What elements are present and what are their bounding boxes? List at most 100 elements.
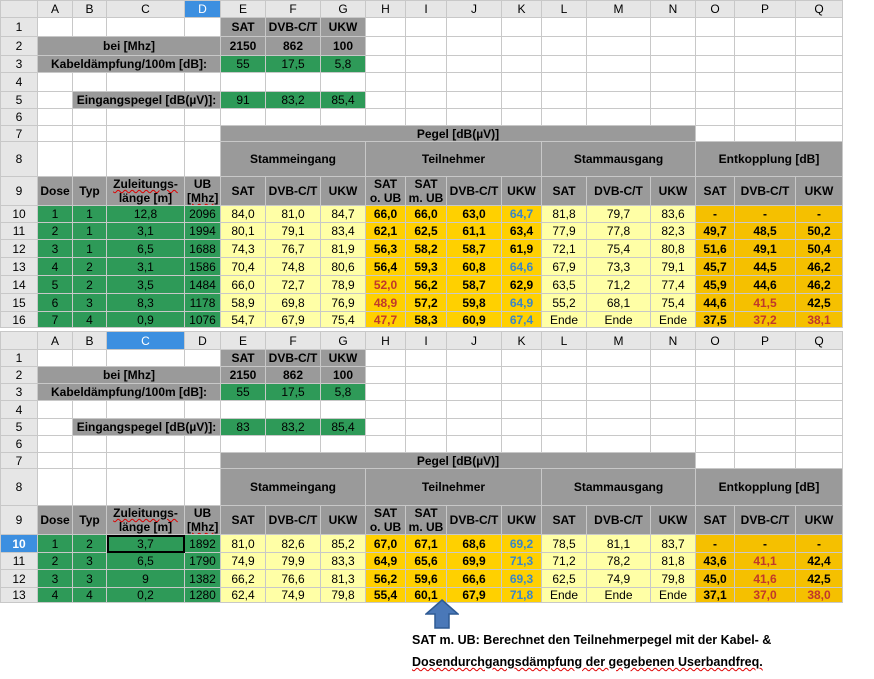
cell-dose[interactable]: 2 [37, 552, 73, 570]
eingang-label-cell[interactable]: Eingangspegel [dB(µV)]: [72, 91, 221, 109]
cell-sat-oub[interactable]: 55,4 [365, 587, 406, 603]
cell-sat-mub[interactable]: 59,6 [405, 569, 447, 588]
empty-cell[interactable] [541, 17, 587, 37]
cell-sat-entk[interactable]: 51,6 [695, 239, 735, 258]
column-header-A[interactable]: A [37, 331, 73, 350]
column-header-M[interactable]: M [586, 0, 651, 18]
empty-cell[interactable] [446, 435, 502, 453]
column-header-I[interactable]: I [405, 0, 447, 18]
cell-zuleitung[interactable]: 3,7 [106, 534, 185, 553]
cell-sat-mub[interactable]: 62,5 [405, 222, 447, 240]
empty-cell[interactable] [37, 91, 73, 109]
cell-ukw-entk[interactable]: 50,2 [795, 222, 843, 240]
cell-sat-in[interactable]: 80,1 [220, 222, 266, 240]
empty-cell[interactable] [734, 349, 796, 367]
empty-cell[interactable] [37, 141, 73, 177]
column-header-N[interactable]: N [650, 331, 696, 350]
empty-cell[interactable] [734, 400, 796, 419]
header-typ[interactable]: Typ [72, 176, 107, 206]
cell-ukw-entk[interactable]: - [795, 534, 843, 553]
cell-dvb-entk[interactable]: - [734, 205, 796, 223]
cell-zuleitung[interactable]: 6,5 [106, 239, 185, 258]
cell-sat-out[interactable]: 71,2 [541, 552, 587, 570]
cell-zuleitung[interactable]: 0,2 [106, 587, 185, 603]
row-header-3[interactable]: 3 [0, 55, 38, 73]
cell-ukw-out[interactable]: Ende [650, 311, 696, 328]
empty-cell[interactable] [405, 383, 447, 401]
cell-sat-mub[interactable]: 58,2 [405, 239, 447, 258]
column-header-D[interactable]: D [184, 0, 221, 18]
empty-cell[interactable] [220, 400, 266, 419]
empty-cell[interactable] [650, 55, 696, 73]
cell-typ[interactable]: 3 [72, 293, 107, 312]
cell-dose[interactable]: 1 [37, 205, 73, 223]
header-ukw-out[interactable]: UKW [650, 176, 696, 206]
cell-dose[interactable]: 7 [37, 311, 73, 328]
cell-sat-oub[interactable]: 56,3 [365, 239, 406, 258]
empty-cell[interactable] [37, 72, 73, 92]
cell-dvb-entk[interactable]: 37,2 [734, 311, 796, 328]
header-ukw-entk[interactable]: UKW [795, 176, 843, 206]
cell-ukw-entk[interactable]: 46,2 [795, 257, 843, 276]
corner-cell[interactable] [0, 331, 38, 350]
empty-cell[interactable] [37, 400, 73, 419]
empty-cell[interactable] [501, 366, 542, 384]
cell-sat-out[interactable]: 78,5 [541, 534, 587, 553]
cell-dvb-entk[interactable]: 49,1 [734, 239, 796, 258]
empty-cell[interactable] [734, 17, 796, 37]
cell-dvb-out[interactable]: 81,1 [586, 534, 651, 553]
empty-cell[interactable] [365, 72, 406, 92]
cell-typ[interactable]: 1 [72, 222, 107, 240]
cell-typ[interactable]: 3 [72, 552, 107, 570]
cell-sat-out[interactable]: 77,9 [541, 222, 587, 240]
cell-ukw-entk[interactable]: 42,5 [795, 569, 843, 588]
group-stammeingang[interactable]: Stammeingang [220, 141, 366, 177]
empty-cell[interactable] [695, 108, 735, 126]
freq-value-cell[interactable]: 862 [265, 366, 321, 384]
cell-sat-in[interactable]: 66,0 [220, 275, 266, 294]
cell-dose[interactable]: 3 [37, 569, 73, 588]
cell-dvb-in[interactable]: 74,8 [265, 257, 321, 276]
bei-label-cell[interactable]: bei [Mhz] [37, 36, 221, 56]
empty-cell[interactable] [586, 55, 651, 73]
empty-cell[interactable] [365, 400, 406, 419]
row-header-10[interactable]: 10 [0, 534, 38, 553]
empty-cell[interactable] [405, 17, 447, 37]
cell-ukw-out[interactable]: 79,8 [650, 569, 696, 588]
empty-cell[interactable] [734, 383, 796, 401]
empty-cell[interactable] [650, 349, 696, 367]
column-header-Q[interactable]: Q [795, 0, 843, 18]
empty-cell[interactable] [106, 141, 185, 177]
empty-cell[interactable] [72, 435, 107, 453]
empty-cell[interactable] [695, 383, 735, 401]
cell-sat-out[interactable]: 55,2 [541, 293, 587, 312]
empty-cell[interactable] [106, 435, 185, 453]
column-header-P[interactable]: P [734, 331, 796, 350]
row-header-14[interactable]: 14 [0, 275, 38, 294]
cell-sat-mub[interactable]: 65,6 [405, 552, 447, 570]
empty-cell[interactable] [501, 17, 542, 37]
empty-cell[interactable] [795, 108, 843, 126]
freq-header-cell[interactable]: UKW [320, 17, 366, 37]
empty-cell[interactable] [446, 383, 502, 401]
empty-cell[interactable] [501, 72, 542, 92]
cell-ukw-entk[interactable]: 38,0 [795, 587, 843, 603]
cell-dvb-in[interactable]: 82,6 [265, 534, 321, 553]
empty-cell[interactable] [405, 366, 447, 384]
column-header-Q[interactable]: Q [795, 331, 843, 350]
empty-cell[interactable] [650, 435, 696, 453]
cell-ukw-teil[interactable]: 67,4 [501, 311, 542, 328]
cell-sat-entk[interactable]: 37,1 [695, 587, 735, 603]
empty-cell[interactable] [220, 72, 266, 92]
eingang-value-cell[interactable]: 85,4 [320, 91, 366, 109]
empty-cell[interactable] [795, 418, 843, 436]
cell-ukw-teil[interactable]: 69,3 [501, 569, 542, 588]
row-header-3[interactable]: 3 [0, 383, 38, 401]
header-dvb-in[interactable]: DVB-C/T [265, 505, 321, 535]
empty-cell[interactable] [265, 435, 321, 453]
empty-cell[interactable] [405, 108, 447, 126]
freq-header-cell[interactable]: SAT [220, 349, 266, 367]
cell-sat-out[interactable]: Ende [541, 587, 587, 603]
header-sat-mub[interactable]: SAT m. UB [405, 505, 447, 535]
cell-ub[interactable]: 1178 [184, 293, 221, 312]
